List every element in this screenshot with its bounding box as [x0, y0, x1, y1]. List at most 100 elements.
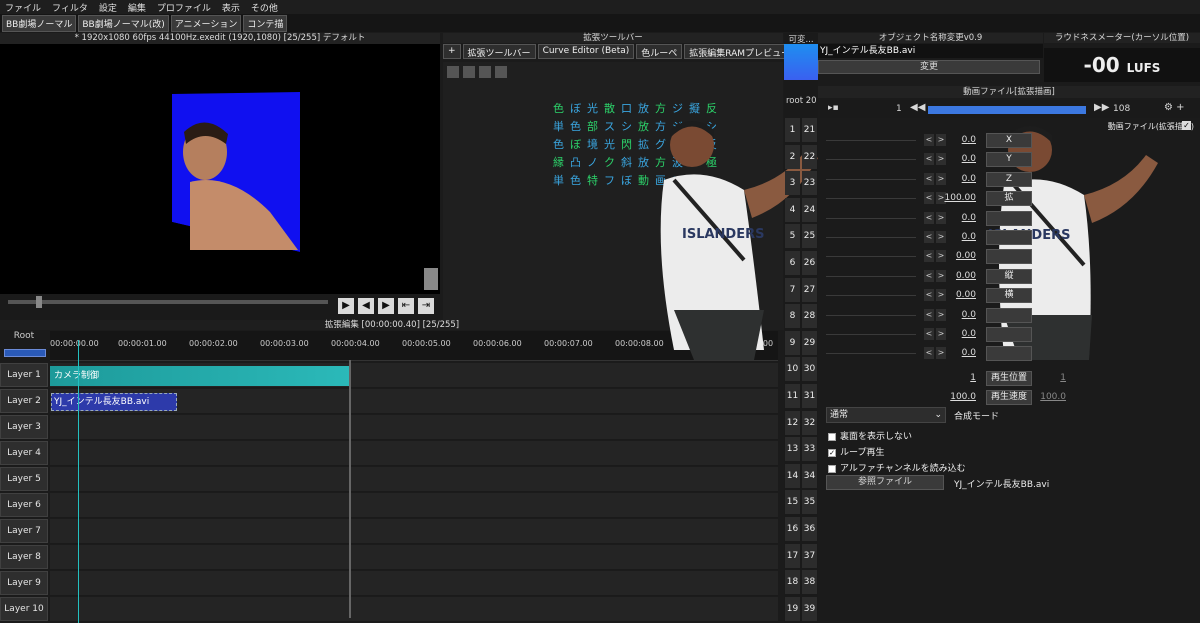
param-slider-left[interactable]	[826, 314, 916, 316]
ref-file-button[interactable]: 参照ファイル	[826, 475, 944, 490]
scene-number[interactable]: 27	[802, 277, 817, 302]
checkbox-box-checked[interactable]: ✓	[828, 448, 836, 457]
decrement-icon[interactable]: <	[924, 347, 934, 360]
param-value[interactable]: 0.0	[940, 135, 976, 145]
layer-label-3[interactable]: Layer 3	[0, 415, 48, 439]
layout-tab-4[interactable]: コンテ描	[243, 14, 288, 32]
effect-icon[interactable]: 単	[553, 172, 564, 188]
param-slider-left[interactable]	[826, 217, 916, 219]
scene-number[interactable]: 23	[802, 171, 817, 196]
effect-icon[interactable]: 特	[587, 172, 598, 188]
tab-color-loupe[interactable]: 色ルーペ	[636, 44, 683, 59]
decrement-icon[interactable]: <	[924, 231, 934, 243]
scene-number[interactable]: 25	[802, 224, 817, 249]
param-value[interactable]: 0.0	[940, 213, 976, 223]
scene-number[interactable]: 10	[785, 357, 800, 382]
scene-number[interactable]: 28	[802, 304, 817, 329]
scene-number[interactable]: 38	[802, 570, 817, 595]
layout-tab-1[interactable]: BB劇場ノーマル	[2, 14, 77, 32]
param-label-button[interactable]: 縦	[986, 268, 1032, 284]
effect-icon[interactable]: 境	[587, 136, 598, 152]
effect-icon[interactable]: 単	[553, 118, 564, 134]
go-end-icon[interactable]: ⇥	[418, 298, 434, 314]
scene-color-swatch[interactable]	[784, 44, 818, 80]
menu-view[interactable]: 表示	[217, 1, 246, 14]
layer-lane[interactable]	[50, 545, 778, 570]
effect-icon[interactable]: 色	[553, 100, 564, 116]
video-clip[interactable]: YJ_インテル長友BB.avi	[51, 393, 177, 411]
decrement-icon[interactable]: <	[924, 134, 934, 146]
param-value[interactable]: 0.0	[940, 174, 976, 184]
effect-icon[interactable]: シ	[621, 118, 632, 134]
param-label-button[interactable]	[986, 210, 1032, 226]
param-slider-left[interactable]	[826, 178, 916, 180]
param-label-button[interactable]: 拡	[986, 191, 1032, 207]
effect-icon[interactable]: 口	[621, 100, 632, 116]
object-name-field[interactable]: YJ_インテル長友BB.avi	[818, 44, 1043, 58]
decrement-icon[interactable]: <	[924, 328, 934, 340]
settings-icon[interactable]: ⚙ +	[1164, 102, 1185, 113]
param-label-button[interactable]: Y	[986, 152, 1032, 168]
menu-edit[interactable]: 編集	[123, 1, 152, 14]
seek-knob[interactable]	[36, 296, 42, 308]
scene-number[interactable]: 18	[785, 570, 800, 595]
scene-number[interactable]: 13	[785, 437, 800, 462]
effect-icon[interactable]: 斜	[621, 154, 632, 170]
scene-number[interactable]: 9	[785, 330, 800, 355]
zoom-icon[interactable]	[424, 268, 438, 290]
param-slider-left[interactable]	[826, 275, 916, 277]
effect-icon[interactable]: 光	[604, 136, 615, 152]
param-value[interactable]: 100.0	[940, 392, 976, 402]
param-slider-left[interactable]	[826, 256, 916, 258]
decrement-icon[interactable]: <	[924, 192, 934, 205]
param-label-button[interactable]: X	[986, 133, 1032, 148]
param-value[interactable]: 0.00	[940, 290, 976, 300]
scene-number[interactable]: 35	[802, 490, 817, 515]
decrement-icon[interactable]: <	[924, 289, 934, 302]
scene-number[interactable]: 5	[785, 224, 800, 249]
param-value[interactable]: 0.00	[940, 271, 976, 281]
effect-icon[interactable]: フ	[604, 172, 615, 188]
effect-icon[interactable]: 部	[587, 118, 598, 134]
menu-settings[interactable]: 設定	[94, 1, 123, 14]
scene-number[interactable]: 4	[785, 197, 800, 222]
layer-label-4[interactable]: Layer 4	[0, 441, 48, 465]
scene-number[interactable]: 3	[785, 171, 800, 196]
scene-root-tab[interactable]: root 20	[786, 96, 820, 106]
filter-enable-checkbox[interactable]: ✓	[1182, 121, 1191, 130]
effect-icon[interactable]: 凸	[570, 154, 581, 170]
param-slider-left[interactable]	[826, 334, 916, 335]
tab-add[interactable]: +	[443, 44, 461, 59]
layer-lane[interactable]	[50, 597, 778, 622]
scene-number[interactable]: 31	[802, 384, 817, 408]
rewind-icon[interactable]: ◀◀	[910, 102, 925, 113]
menu-other[interactable]: その他	[246, 1, 284, 14]
scene-number[interactable]: 8	[785, 304, 800, 329]
decrement-icon[interactable]: <	[924, 308, 934, 321]
camera-clip[interactable]: カメラ制御	[50, 366, 350, 386]
param-value[interactable]: 0.0	[940, 310, 976, 320]
scene-number[interactable]: 14	[785, 463, 800, 488]
decrement-icon[interactable]: <	[924, 269, 934, 282]
toolbar-icon[interactable]	[479, 66, 491, 78]
param-value-end[interactable]: 100.0	[1030, 392, 1066, 402]
scene-number[interactable]: 30	[802, 357, 817, 382]
scene-number[interactable]: 12	[785, 410, 800, 435]
param-label-button[interactable]	[986, 307, 1032, 323]
layer-lane[interactable]	[50, 415, 778, 440]
effect-icon[interactable]: 色	[570, 172, 581, 188]
checkbox-loop[interactable]: ✓ ループ再生	[828, 445, 884, 458]
effect-icon[interactable]: 色	[553, 136, 564, 152]
scene-number[interactable]: 36	[802, 517, 817, 541]
param-value-end[interactable]: 1	[1030, 373, 1066, 383]
layer-label-1[interactable]: Layer 1	[0, 363, 48, 387]
checkbox-alpha[interactable]: アルファチャンネルを読み込む	[828, 461, 966, 474]
param-value[interactable]: 1	[940, 373, 976, 383]
scene-number[interactable]: 33	[802, 437, 817, 462]
blend-mode-select[interactable]: 通常 ⌄	[826, 407, 946, 423]
effect-icon[interactable]: ク	[604, 154, 615, 170]
effect-icon[interactable]: 散	[604, 100, 615, 116]
decrement-icon[interactable]: <	[924, 211, 934, 224]
next-frame-icon[interactable]: ▶	[378, 298, 394, 314]
scene-number[interactable]: 15	[785, 490, 800, 515]
